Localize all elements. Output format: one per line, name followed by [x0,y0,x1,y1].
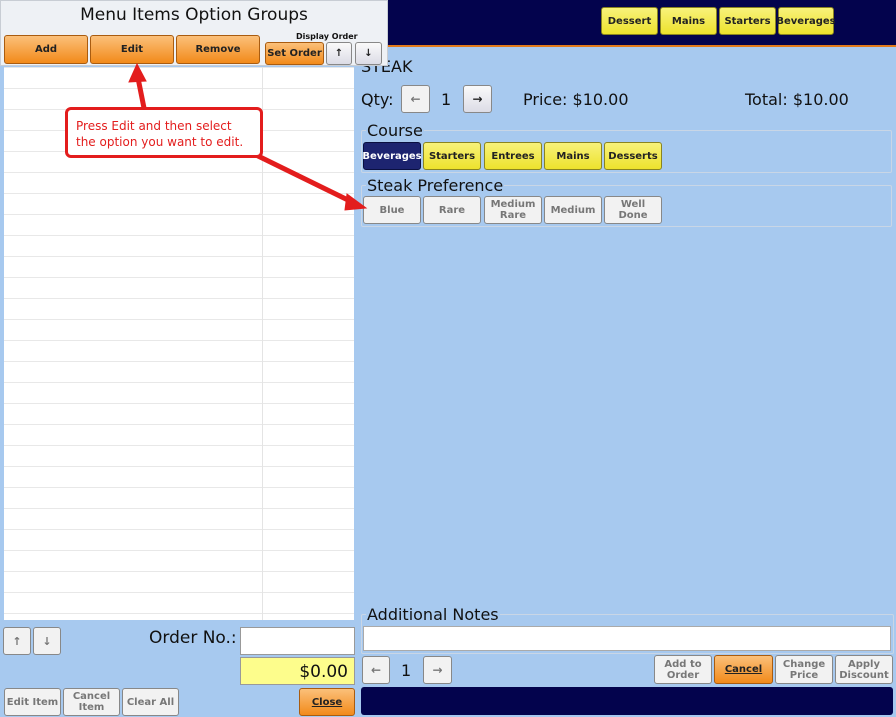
callout-text: Press Edit and then select the option yo… [76,119,244,149]
callout-box: Press Edit and then select the option yo… [65,107,263,158]
arrow-to-edit [135,77,147,109]
arrow-head-preference [344,193,368,211]
arrow-to-preference [254,152,354,205]
arrow-head-edit [128,62,147,83]
